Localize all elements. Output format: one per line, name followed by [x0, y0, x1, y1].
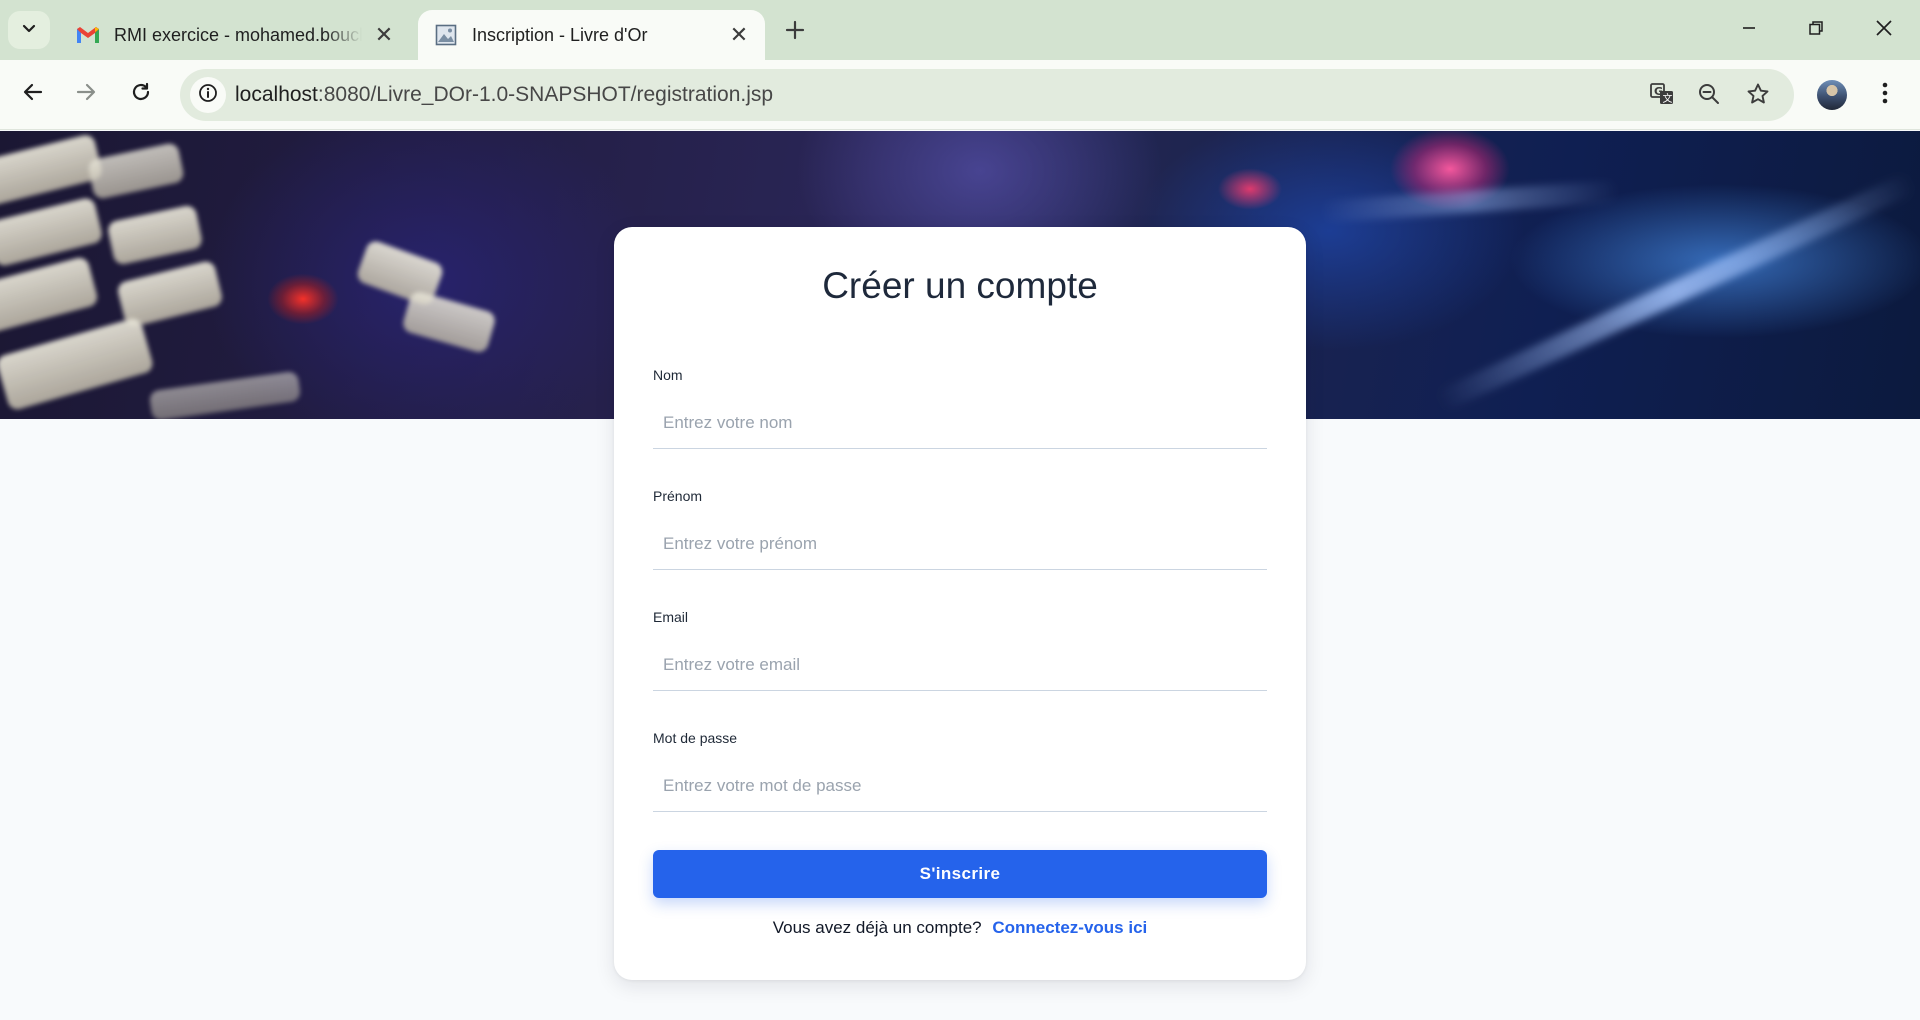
nom-label: Nom	[653, 367, 683, 383]
tab-inscription[interactable]: Inscription - Livre d'Or ✕	[418, 10, 765, 60]
prenom-field-group: Prénom Entrez votre prénom	[653, 488, 1267, 570]
tab-search-button[interactable]	[8, 11, 50, 49]
window-close-button[interactable]	[1862, 10, 1906, 50]
email-field-group: Email Entrez votre email	[653, 609, 1267, 691]
email-label: Email	[653, 609, 689, 625]
url-host: localhost	[235, 83, 318, 106]
more-vert-icon	[1882, 82, 1888, 109]
forward-button[interactable]	[66, 74, 106, 114]
restore-button[interactable]	[1794, 10, 1838, 50]
site-info-button[interactable]	[190, 77, 226, 113]
login-prompt-line: Vous avez déjà un compte? Connectez-vous…	[614, 918, 1306, 938]
new-tab-button[interactable]	[778, 14, 812, 48]
registration-card: Créer un compte Nom Entrez votre nom Pré…	[614, 227, 1306, 980]
url-text[interactable]: localhost:8080/Livre_DOr-1.0-SNAPSHOT/re…	[235, 83, 773, 107]
arrow-right-icon	[75, 81, 97, 108]
close-icon[interactable]: ✕	[372, 22, 396, 47]
gmail-icon	[76, 23, 100, 47]
reload-button[interactable]	[121, 74, 161, 114]
browser-menu-button[interactable]	[1870, 78, 1900, 112]
prenom-input[interactable]: Entrez votre prénom	[653, 520, 1267, 570]
arrow-left-icon	[22, 81, 44, 108]
profile-avatar[interactable]	[1817, 80, 1847, 110]
tab-title: Inscription - Livre d'Or	[472, 24, 648, 45]
zoom-button[interactable]	[1694, 81, 1724, 111]
login-prompt-text: Vous avez déjà un compte?	[772, 918, 982, 937]
plus-icon	[785, 14, 805, 48]
restore-icon	[1808, 20, 1824, 41]
close-icon	[1875, 19, 1893, 42]
close-icon[interactable]: ✕	[727, 22, 751, 47]
info-icon	[198, 83, 218, 108]
page-icon	[434, 23, 458, 47]
back-button[interactable]	[13, 74, 53, 114]
chevron-down-icon	[21, 20, 37, 41]
nom-field-group: Nom Entrez votre nom	[653, 367, 1267, 449]
nom-input[interactable]: Entrez votre nom	[653, 399, 1267, 449]
address-bar[interactable]: localhost:8080/Livre_DOr-1.0-SNAPSHOT/re…	[180, 69, 1794, 121]
reload-icon	[130, 81, 152, 108]
prenom-label: Prénom	[653, 488, 703, 504]
signup-button[interactable]: S'inscrire	[653, 850, 1267, 898]
url-path: :8080/Livre_DOr-1.0-SNAPSHOT/registratio…	[317, 83, 774, 106]
password-field-group: Mot de passe Entrez votre mot de passe	[653, 730, 1267, 812]
bookmark-button[interactable]	[1743, 81, 1773, 111]
browser-toolbar: localhost:8080/Livre_DOr-1.0-SNAPSHOT/re…	[0, 60, 1920, 130]
zoom-out-icon	[1697, 82, 1721, 111]
minimize-icon	[1741, 20, 1757, 41]
svg-text:文: 文	[1663, 92, 1673, 105]
tab-title: RMI exercice - mohamed.bouch	[114, 24, 362, 45]
tab-gmail[interactable]: RMI exercice - mohamed.bouch ✕	[60, 10, 410, 60]
page-title: Créer un compte	[822, 265, 1098, 306]
password-input[interactable]: Entrez votre mot de passe	[653, 762, 1267, 812]
star-icon	[1746, 82, 1770, 111]
login-link[interactable]: Connectez-vous ici	[992, 918, 1147, 937]
translate-button[interactable]: G文	[1647, 81, 1677, 111]
minimize-button[interactable]	[1727, 10, 1771, 50]
browser-tabstrip: RMI exercice - mohamed.bouch ✕ Inscripti…	[0, 0, 1920, 60]
email-input[interactable]: Entrez votre email	[653, 641, 1267, 691]
translate-icon: G文	[1649, 81, 1675, 112]
password-label: Mot de passe	[653, 730, 738, 746]
